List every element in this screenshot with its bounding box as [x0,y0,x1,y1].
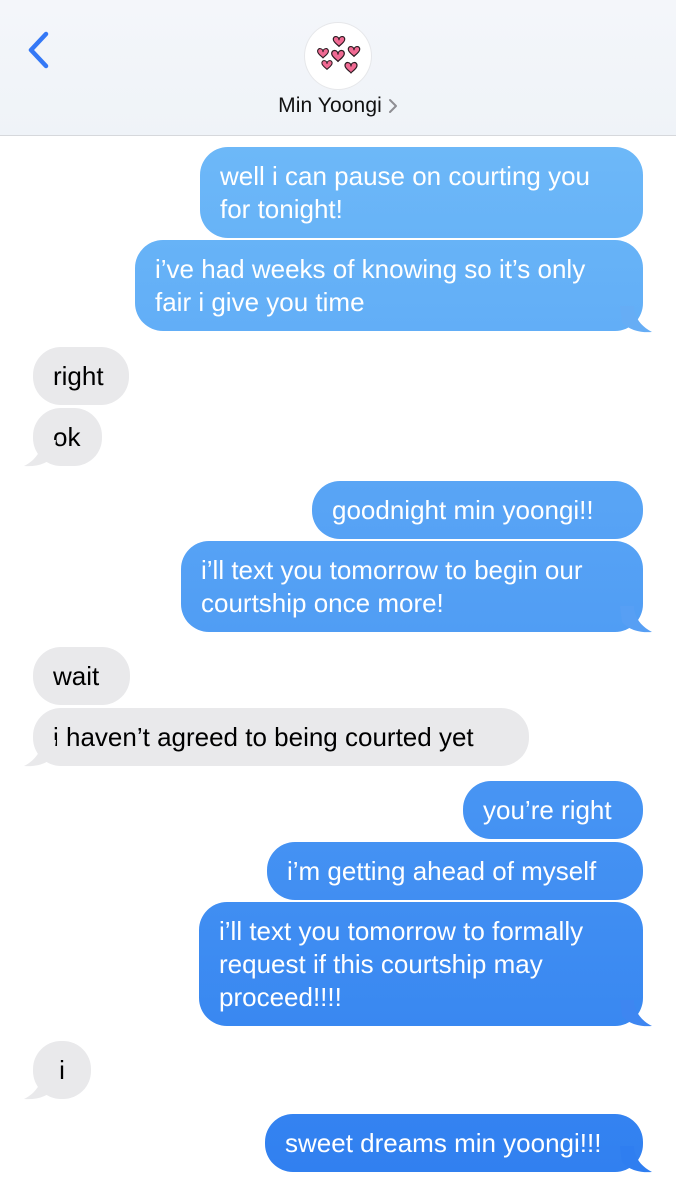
chevron-right-icon [388,99,397,114]
message-bubble-received[interactable]: right [33,347,129,405]
chevron-left-icon [28,31,49,69]
message-text: goodnight min yoongi!! [332,495,594,525]
contact-name-button[interactable]: Min Yoongi [0,94,676,118]
message-bubble-received[interactable]: wait [33,647,130,705]
avatar[interactable] [305,23,371,89]
message-text: i’ll text you tomorrow to begin our cour… [201,555,583,618]
message-bubble-sent[interactable]: i’ve had weeks of knowing so it’s only f… [135,240,643,331]
bubble-tail [24,1073,56,1100]
message-bubble-sent[interactable]: well i can pause on courting you for ton… [200,147,643,238]
message-bubble-sent[interactable]: sweet dreams min yoongi!!! [265,1114,643,1172]
hearts-icon [317,35,361,74]
message-text: wait [53,661,100,691]
bubble-tail [620,306,652,333]
message-text: i’ll text you tomorrow to formally reque… [219,916,584,1012]
bubble-tail [620,1000,652,1027]
message-text: i haven’t agreed to being courted yet [53,722,474,752]
message-bubble-sent[interactable]: i’ll text you tomorrow to begin our cour… [181,541,643,632]
bubble-tail [24,440,56,467]
bubble-tail [620,606,652,633]
message-bubble-sent[interactable]: i’m getting ahead of myself [267,842,643,900]
bubble-tail [24,740,56,767]
message-text: i’ve had weeks of knowing so it’s only f… [155,254,586,317]
message-text: i [59,1055,65,1085]
message-bubble-sent[interactable]: i’ll text you tomorrow to formally reque… [199,902,643,1026]
conversation-header: Min Yoongi [0,0,676,136]
message-text: i’m getting ahead of myself [287,856,597,886]
message-text: well i can pause on courting you for ton… [220,161,591,224]
message-text: sweet dreams min yoongi!!! [285,1128,602,1158]
message-text: ok [53,422,81,452]
message-text: you’re right [483,795,612,825]
bubble-tail [620,1146,652,1173]
contact-name: Min Yoongi [278,94,382,117]
back-button[interactable] [22,28,62,72]
messages-screen: Min Yoongi well i can pause on courting … [0,0,676,1200]
message-bubble-sent[interactable]: you’re right [463,781,643,839]
message-bubble-sent[interactable]: goodnight min yoongi!! [312,481,643,539]
message-bubble-received[interactable]: i haven’t agreed to being courted yet [33,708,529,766]
message-text: right [53,361,104,391]
